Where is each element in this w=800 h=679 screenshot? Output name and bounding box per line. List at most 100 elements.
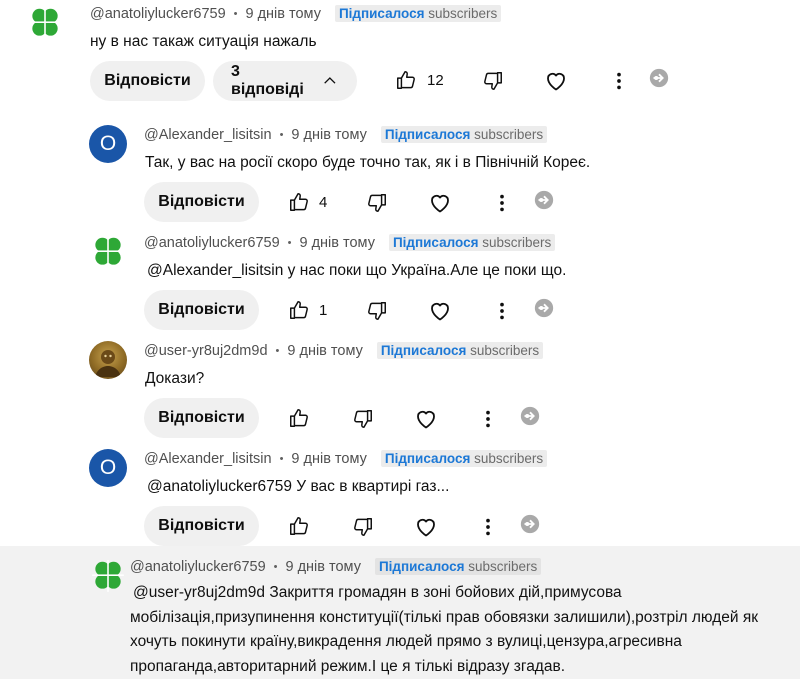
reply-button[interactable]: Відповісти <box>144 182 259 222</box>
mention-link[interactable]: @anatoliylucker6759 <box>147 478 292 495</box>
kebab-menu-icon <box>608 70 630 92</box>
reply-button[interactable]: Відповісти <box>144 506 259 546</box>
thumb-up-icon <box>288 515 310 537</box>
comment-time[interactable]: 9 днів тому <box>246 6 321 22</box>
more-options-button[interactable] <box>491 300 513 322</box>
heart-button[interactable] <box>414 407 438 431</box>
clover-icon <box>89 557 127 595</box>
chevron-up-icon <box>324 77 336 84</box>
mention-link[interactable]: @Alexander_lisitsin <box>147 262 283 279</box>
comment-time[interactable]: 9 днів тому <box>291 127 366 143</box>
heart-button[interactable] <box>428 299 452 323</box>
thumb-up-icon <box>395 69 417 91</box>
comment-time[interactable]: 9 днів тому <box>291 451 366 467</box>
avatar[interactable] <box>89 557 127 595</box>
avatar[interactable] <box>26 4 64 42</box>
like-count: 12 <box>427 72 444 89</box>
like-count: 1 <box>319 302 328 319</box>
separator-dot: • <box>279 128 284 141</box>
avatar[interactable]: O <box>89 125 127 163</box>
comment-line: пропаганда,авторитарний режим.І це я тіл… <box>130 657 566 675</box>
thumb-up-icon <box>288 191 310 213</box>
comment-line: мобілізація,призупинення конституції(тіл… <box>130 608 758 626</box>
comment-author[interactable]: @anatoliylucker6759 <box>144 235 280 251</box>
comment-meta: @anatoliylucker6759 • 9 днів тому Підпис… <box>130 558 542 575</box>
extension-button[interactable] <box>519 405 541 427</box>
heart-icon <box>414 407 438 431</box>
more-options-button[interactable] <box>491 192 513 214</box>
comment-meta: @Alexander_lisitsin • 9 днів тому Підпис… <box>144 450 548 467</box>
kebab-menu-icon <box>491 300 513 322</box>
heart-button[interactable] <box>414 515 438 539</box>
avatar[interactable] <box>89 341 127 379</box>
thumb-down-icon <box>366 300 388 322</box>
comment-author[interactable]: @user-yr8uj2dm9d <box>144 343 268 359</box>
extension-icon <box>519 513 541 535</box>
dislike-button[interactable] <box>366 192 388 214</box>
comment-text: @anatoliylucker6759 У вас в квартирі газ… <box>147 474 449 499</box>
dislike-button[interactable] <box>482 70 504 92</box>
extension-button[interactable] <box>648 67 670 89</box>
kebab-menu-icon <box>477 516 499 538</box>
extension-button[interactable] <box>533 189 555 211</box>
dislike-button[interactable] <box>352 408 374 430</box>
thumb-up-icon <box>288 407 310 429</box>
comment-meta: @anatoliylucker6759 • 9 днів тому Підпис… <box>144 234 556 251</box>
comment-text: Так, у вас на росії скоро буде точно так… <box>145 154 591 171</box>
avatar[interactable]: O <box>89 449 127 487</box>
comment-body: Закриття громадян в зоні бойових дій,при… <box>265 584 622 601</box>
comment-meta: @Alexander_lisitsin • 9 днів тому Підпис… <box>144 126 548 143</box>
more-options-button[interactable] <box>608 70 630 92</box>
toggle-replies-button[interactable]: 3 відповіді <box>213 61 357 101</box>
comment-meta: @user-yr8uj2dm9d • 9 днів тому Підписало… <box>144 342 544 359</box>
like-button[interactable] <box>288 191 310 213</box>
heart-icon <box>428 191 452 215</box>
comment-time[interactable]: 9 днів тому <box>287 343 362 359</box>
mention-link[interactable]: @user-yr8uj2dm9d <box>133 584 265 601</box>
heart-icon <box>414 515 438 539</box>
extension-button[interactable] <box>533 297 555 319</box>
comment-author[interactable]: @Alexander_lisitsin <box>144 127 272 143</box>
comment-meta: @anatoliylucker6759 • 9 днів тому Підпис… <box>90 5 502 22</box>
thumb-down-icon <box>366 192 388 214</box>
clover-icon <box>26 4 64 42</box>
like-button[interactable] <box>288 299 310 321</box>
dislike-button[interactable] <box>352 516 374 538</box>
separator-dot: • <box>233 7 238 20</box>
comment-body: у нас поки що Україна.Але це поки що. <box>283 262 567 279</box>
comment-author[interactable]: @anatoliylucker6759 <box>130 559 266 575</box>
thumb-down-icon <box>352 408 374 430</box>
heart-button[interactable] <box>428 191 452 215</box>
more-options-button[interactable] <box>477 516 499 538</box>
more-options-button[interactable] <box>477 408 499 430</box>
reply-button[interactable]: Відповісти <box>144 398 259 438</box>
thumb-up-icon <box>288 299 310 321</box>
separator-dot: • <box>273 560 278 573</box>
comment-time[interactable]: 9 днів тому <box>286 559 361 575</box>
extension-button[interactable] <box>519 513 541 535</box>
like-button[interactable] <box>395 69 417 91</box>
like-button[interactable] <box>288 515 310 537</box>
reply-button[interactable]: Відповісти <box>144 290 259 330</box>
comment-text: Докази? <box>145 370 205 387</box>
clover-icon <box>89 233 127 271</box>
comment-time[interactable]: 9 днів тому <box>300 235 375 251</box>
separator-dot: • <box>287 236 292 249</box>
subscribed-badge: Підписалося subscribers <box>374 558 542 575</box>
heart-icon <box>544 69 568 93</box>
replies-count-label: 3 відповіді <box>231 63 304 98</box>
comment-author[interactable]: @Alexander_lisitsin <box>144 451 272 467</box>
extension-icon <box>533 189 555 211</box>
subscribed-badge: Підписалося subscribers <box>334 5 502 22</box>
subscribed-badge: Підписалося subscribers <box>388 234 556 251</box>
heart-button[interactable] <box>544 69 568 93</box>
thumb-down-icon <box>352 516 374 538</box>
comment-line: хочуть покинути країну,викрадення людей … <box>130 633 682 650</box>
avatar[interactable] <box>89 233 127 271</box>
like-button[interactable] <box>288 407 310 429</box>
reply-button[interactable]: Відповісти <box>90 61 205 101</box>
separator-dot: • <box>275 344 280 357</box>
dislike-button[interactable] <box>366 300 388 322</box>
subscribed-badge: Підписалося subscribers <box>380 126 548 143</box>
comment-author[interactable]: @anatoliylucker6759 <box>90 6 226 22</box>
